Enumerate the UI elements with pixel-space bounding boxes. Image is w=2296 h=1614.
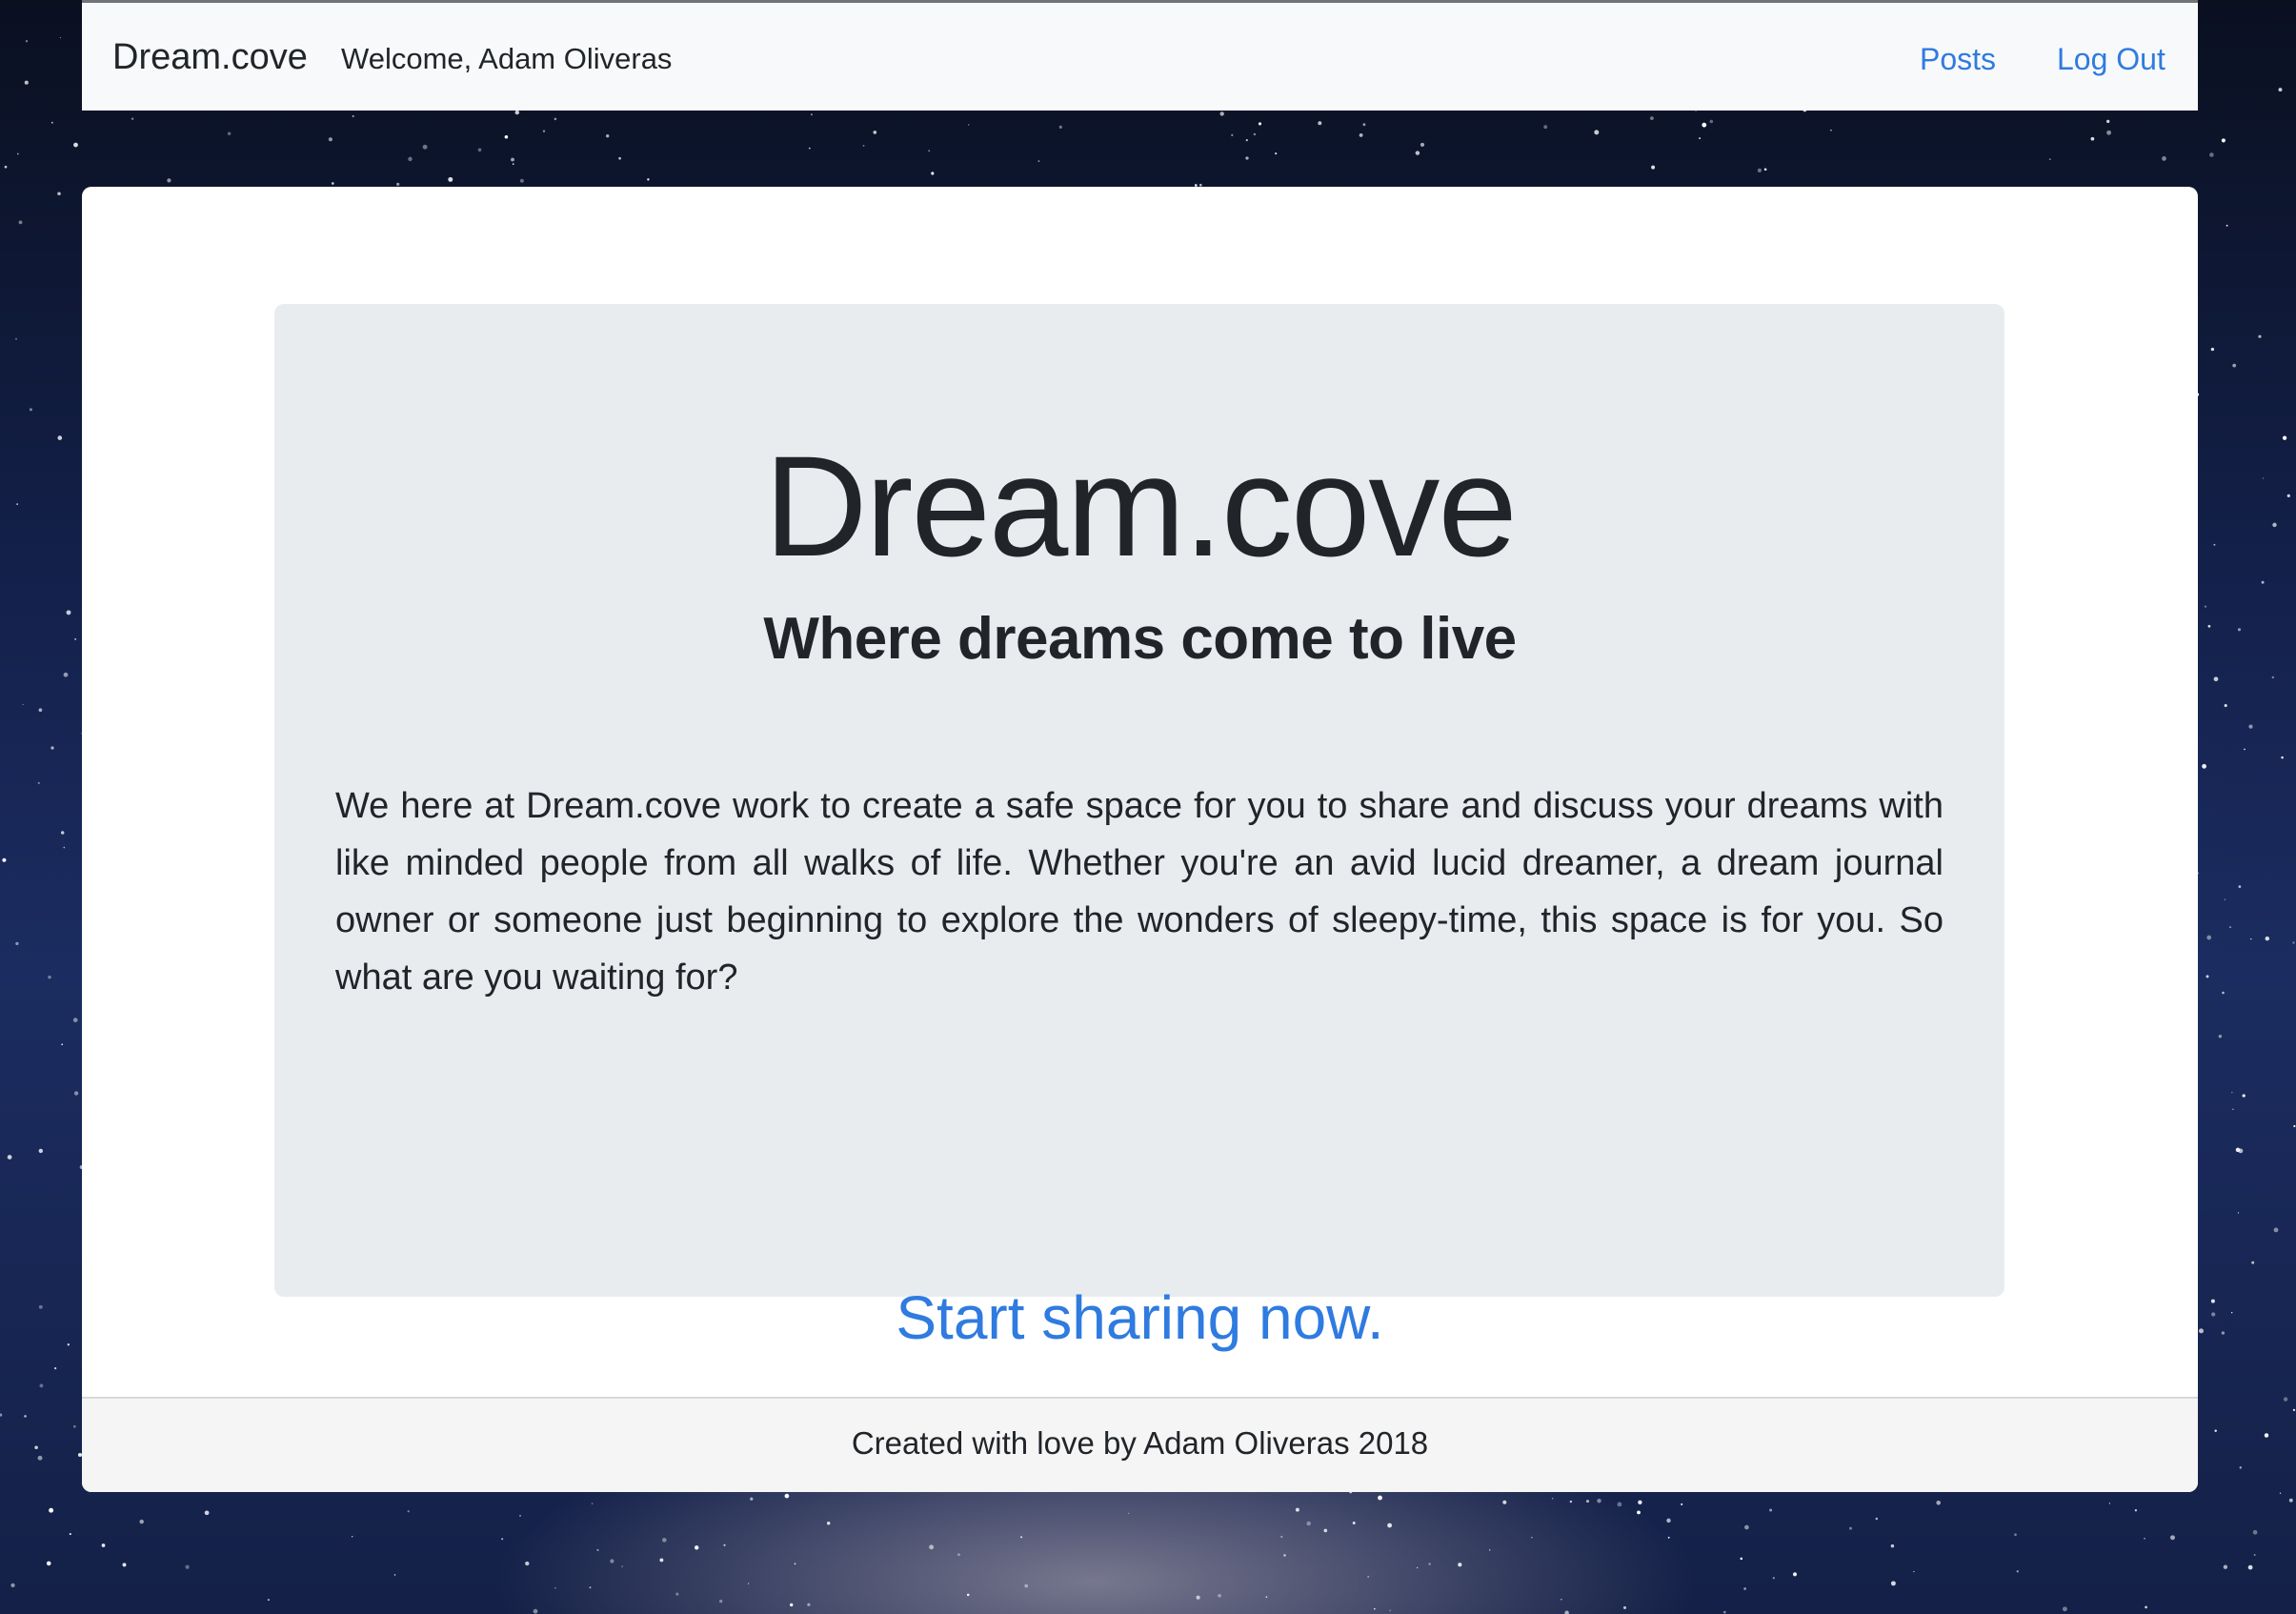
- footer-text: Created with love by Adam Oliveras 2018: [851, 1425, 1429, 1461]
- footer: Created with love by Adam Oliveras 2018: [82, 1397, 2198, 1492]
- navbar-brand[interactable]: Dream.cove: [112, 35, 308, 79]
- navbar: Dream.cove Welcome, Adam Oliveras Posts …: [82, 3, 2198, 111]
- hero-description: We here at Dream.cove work to create a s…: [335, 786, 1944, 998]
- nav-link-posts[interactable]: Posts: [1920, 41, 1996, 77]
- hero-subtitle: Where dreams come to live: [763, 606, 1517, 672]
- start-sharing-link[interactable]: Start sharing now.: [82, 1282, 2198, 1353]
- welcome-text: Welcome, Adam Oliveras: [341, 42, 673, 75]
- main-card: Dream.cove Where dreams come to live We …: [82, 187, 2198, 1492]
- nav-link-logout[interactable]: Log Out: [2057, 41, 2165, 77]
- hero-title: Dream.cove: [764, 426, 1518, 586]
